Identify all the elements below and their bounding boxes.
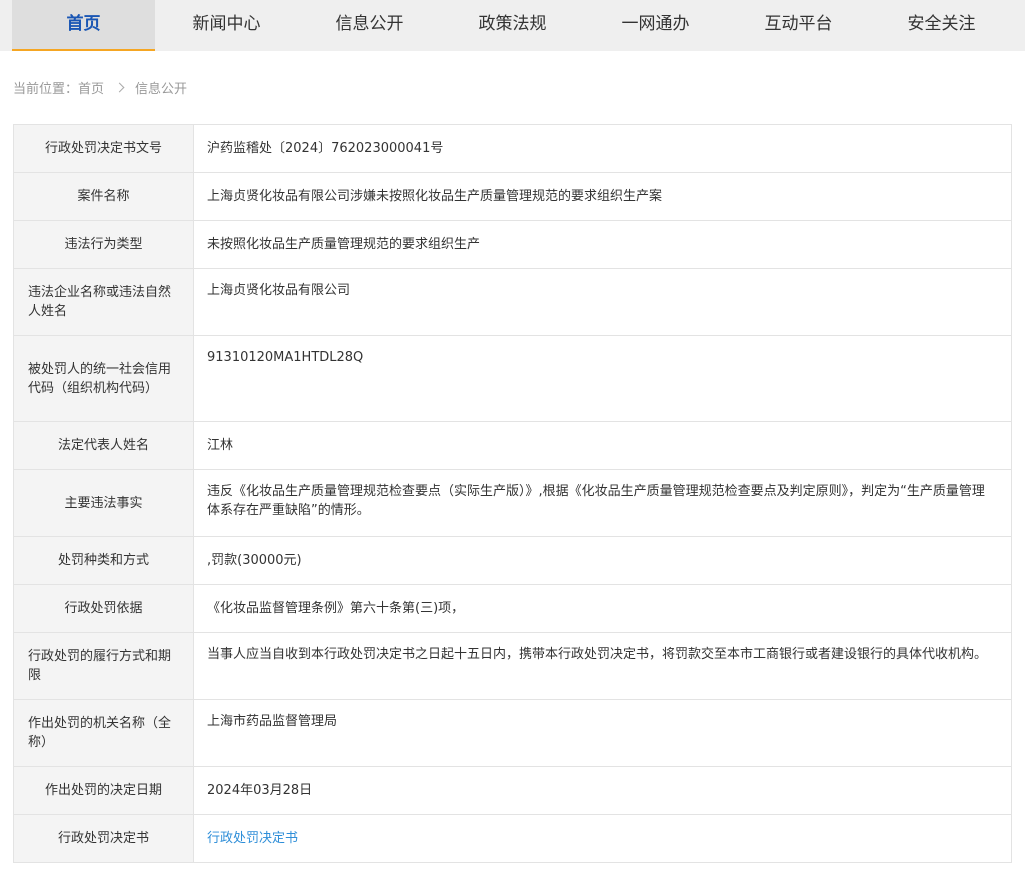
chevron-right-icon: [114, 82, 125, 93]
nav-item-home[interactable]: 首页: [12, 0, 155, 51]
row-value-authority: 上海市药品监督管理局: [193, 699, 1012, 767]
nav-item-news[interactable]: 新闻中心: [155, 0, 298, 51]
row-value-fulfillment: 当事人应当自收到本行政处罚决定书之日起十五日内，携带本行政处罚决定书，将罚款交至…: [193, 632, 1012, 700]
row-label-credit-code: 被处罚人的统一社会信用代码（组织机构代码）: [13, 335, 194, 422]
row-label-main-facts: 主要违法事实: [13, 469, 194, 537]
table-row: 行政处罚决定书 行政处罚决定书: [13, 814, 1012, 863]
row-value-penalty-type: ,罚款(30000元): [193, 536, 1012, 585]
row-label-legal-representative: 法定代表人姓名: [13, 421, 194, 470]
row-value-main-facts: 违反《化妆品生产质量管理规范检查要点（实际生产版）》,根据《化妆品生产质量管理规…: [193, 469, 1012, 537]
row-value-credit-code: 91310120MA1HTDL28Q: [193, 335, 1012, 422]
row-label-decision-document: 行政处罚决定书: [13, 814, 194, 863]
table-row: 违法企业名称或违法自然人姓名 上海贞贤化妆品有限公司: [13, 268, 1012, 336]
row-label-authority: 作出处罚的机关名称（全称）: [13, 699, 194, 767]
table-row: 行政处罚依据 《化妆品监督管理条例》第六十条第(三)项，: [13, 584, 1012, 633]
table-row: 法定代表人姓名 江林: [13, 421, 1012, 470]
row-label-fulfillment: 行政处罚的履行方式和期限: [13, 632, 194, 700]
table-row: 主要违法事实 违反《化妆品生产质量管理规范检查要点（实际生产版）》,根据《化妆品…: [13, 469, 1012, 537]
row-value-offender-name: 上海贞贤化妆品有限公司: [193, 268, 1012, 336]
row-label-decision-number: 行政处罚决定书文号: [13, 124, 194, 173]
nav-item-info-disclosure[interactable]: 信息公开: [298, 0, 441, 51]
row-value-legal-representative: 江林: [193, 421, 1012, 470]
decision-document-link[interactable]: 行政处罚决定书: [207, 831, 298, 846]
row-value-penalty-basis: 《化妆品监督管理条例》第六十条第(三)项，: [193, 584, 1012, 633]
penalty-detail-table: 行政处罚决定书文号 沪药监稽处〔2024〕762023000041号 案件名称 …: [13, 124, 1012, 863]
row-label-penalty-basis: 行政处罚依据: [13, 584, 194, 633]
breadcrumb-home-link[interactable]: 首页: [78, 78, 104, 97]
table-row: 作出处罚的决定日期 2024年03月28日: [13, 766, 1012, 815]
row-value-decision-date: 2024年03月28日: [193, 766, 1012, 815]
table-row: 被处罚人的统一社会信用代码（组织机构代码） 91310120MA1HTDL28Q: [13, 335, 1012, 422]
table-row: 行政处罚的履行方式和期限 当事人应当自收到本行政处罚决定书之日起十五日内，携带本…: [13, 632, 1012, 700]
row-label-case-name: 案件名称: [13, 172, 194, 221]
table-row: 处罚种类和方式 ,罚款(30000元): [13, 536, 1012, 585]
row-label-decision-date: 作出处罚的决定日期: [13, 766, 194, 815]
table-row: 违法行为类型 未按照化妆品生产质量管理规范的要求组织生产: [13, 220, 1012, 269]
row-value-decision-number: 沪药监稽处〔2024〕762023000041号: [193, 124, 1012, 173]
row-value-decision-document-cell: 行政处罚决定书: [193, 814, 1012, 863]
table-row: 行政处罚决定书文号 沪药监稽处〔2024〕762023000041号: [13, 124, 1012, 173]
row-value-violation-type: 未按照化妆品生产质量管理规范的要求组织生产: [193, 220, 1012, 269]
row-label-offender-name: 违法企业名称或违法自然人姓名: [13, 268, 194, 336]
breadcrumb-prefix: 当前位置：: [13, 82, 79, 97]
nav-item-online-services[interactable]: 一网通办: [584, 0, 727, 51]
table-row: 案件名称 上海贞贤化妆品有限公司涉嫌未按照化妆品生产质量管理规范的要求组织生产案: [13, 172, 1012, 221]
nav-item-safety[interactable]: 安全关注: [870, 0, 1013, 51]
row-label-violation-type: 违法行为类型: [13, 220, 194, 269]
table-row: 作出处罚的机关名称（全称） 上海市药品监督管理局: [13, 699, 1012, 767]
breadcrumb: 当前位置： 首页 信息公开: [13, 78, 187, 97]
row-value-case-name: 上海贞贤化妆品有限公司涉嫌未按照化妆品生产质量管理规范的要求组织生产案: [193, 172, 1012, 221]
top-nav: 首页 新闻中心 信息公开 政策法规 一网通办 互动平台 安全关注: [0, 0, 1025, 51]
row-label-penalty-type: 处罚种类和方式: [13, 536, 194, 585]
breadcrumb-current[interactable]: 信息公开: [135, 78, 187, 97]
nav-item-interaction[interactable]: 互动平台: [727, 0, 870, 51]
nav-item-policies[interactable]: 政策法规: [441, 0, 584, 51]
